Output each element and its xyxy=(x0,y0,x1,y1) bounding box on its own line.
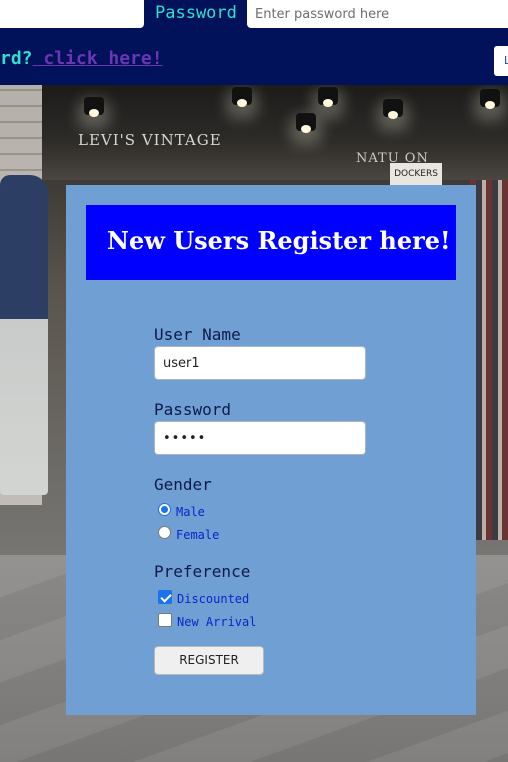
female-radio[interactable] xyxy=(158,526,171,539)
username-login-input[interactable] xyxy=(0,0,144,28)
gender-label: Gender xyxy=(154,475,212,494)
store-sign: LEVI'S VINTAGE xyxy=(78,131,222,149)
ceiling-light-icon xyxy=(296,113,316,133)
ceiling-light-icon xyxy=(318,87,338,107)
gender-option-male[interactable]: Male xyxy=(158,500,205,519)
forgot-password-link[interactable]: click here! xyxy=(33,48,162,69)
register-card: New Users Register here! User Name Passw… xyxy=(66,185,476,715)
mannequin xyxy=(0,175,48,495)
register-title-bar: New Users Register here! xyxy=(86,205,456,280)
discounted-label: Discounted xyxy=(177,592,250,606)
username-field[interactable] xyxy=(154,346,366,380)
password-field[interactable] xyxy=(154,421,366,455)
male-label: Male xyxy=(176,505,205,519)
new-arrival-label: New Arrival xyxy=(177,615,257,629)
male-radio[interactable] xyxy=(158,503,171,516)
ceiling-light-icon xyxy=(480,89,500,109)
discounted-checkbox[interactable] xyxy=(158,589,172,604)
ceiling-light-icon xyxy=(383,99,403,119)
username-label: User Name xyxy=(154,325,241,344)
ceiling-light-icon xyxy=(84,97,104,117)
password-label: Password xyxy=(154,400,232,419)
forgot-password-text: rd? click here! xyxy=(0,48,163,69)
preference-option-discounted[interactable]: Discounted xyxy=(158,587,249,606)
login-password-label: Password xyxy=(155,3,237,23)
ceiling-light-icon xyxy=(232,87,252,107)
forgot-prefix: rd? xyxy=(0,48,33,69)
gender-option-female[interactable]: Female xyxy=(158,523,219,542)
preference-label: Preference xyxy=(154,562,251,581)
login-button[interactable]: L xyxy=(494,46,508,76)
female-label: Female xyxy=(176,528,220,542)
preference-option-new-arrival[interactable]: New Arrival xyxy=(158,610,256,629)
top-login-bar: Password rd? click here! L xyxy=(0,0,508,85)
login-password-input[interactable] xyxy=(247,0,508,28)
new-arrival-checkbox[interactable] xyxy=(158,612,172,627)
register-button[interactable]: REGISTER xyxy=(154,646,264,675)
register-title: New Users Register here! xyxy=(107,226,451,255)
dockers-sign: DOCKERS xyxy=(390,163,442,185)
